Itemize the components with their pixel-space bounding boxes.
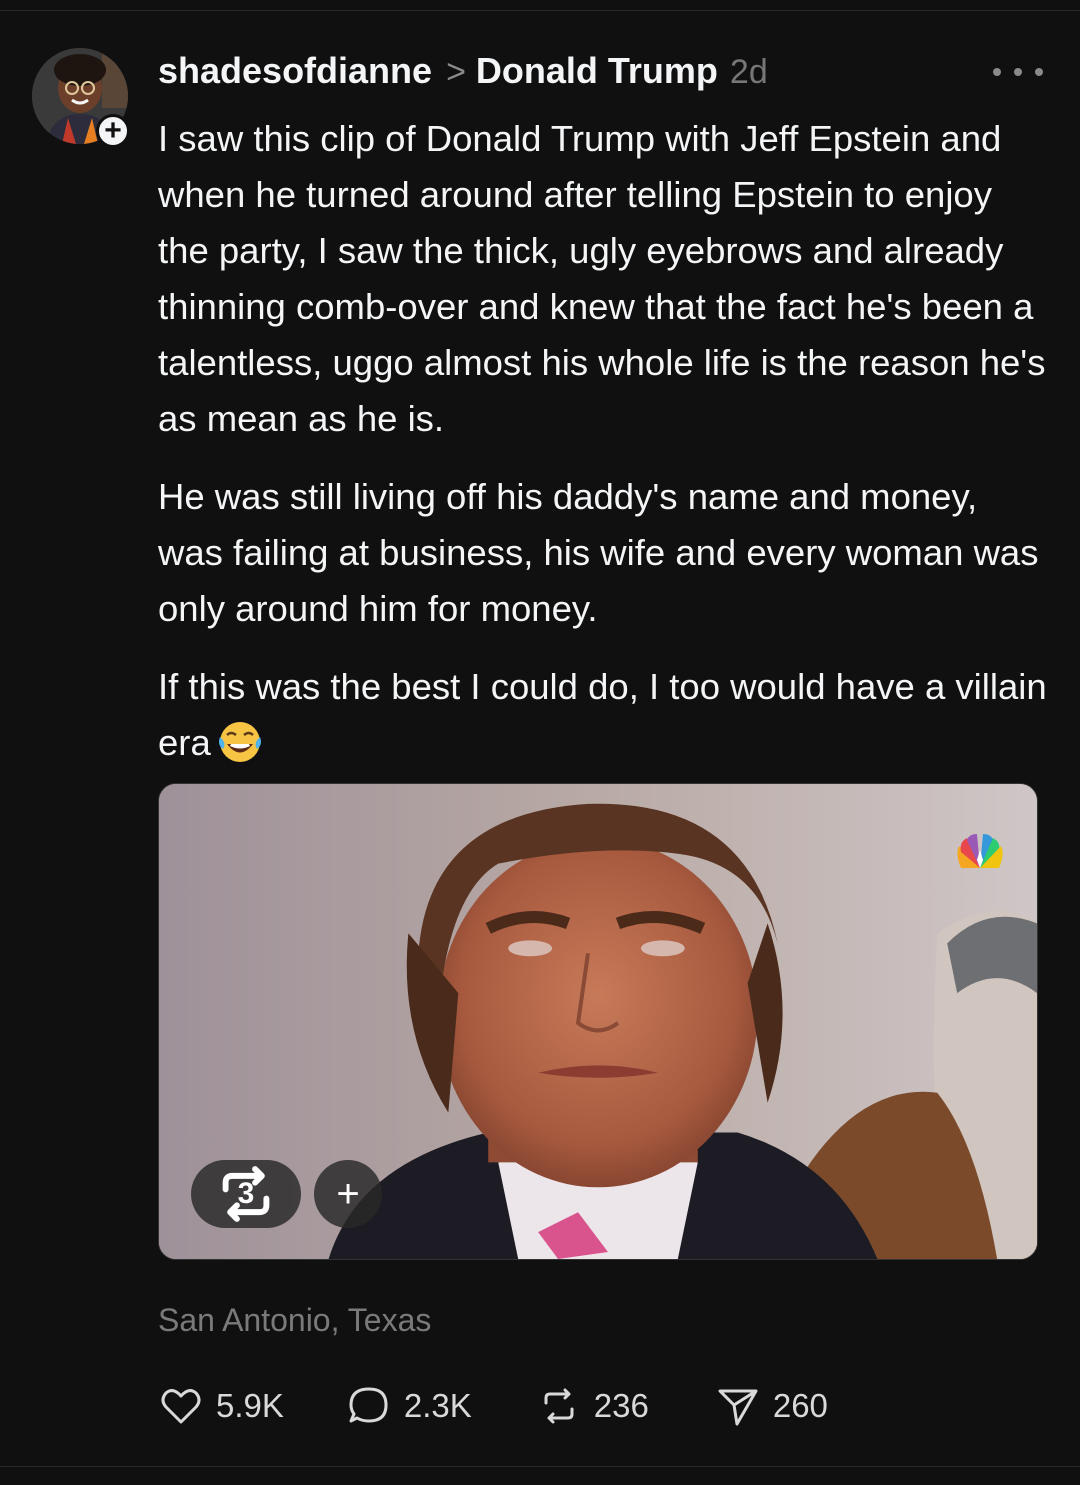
heart-icon xyxy=(161,1389,201,1424)
post-body: I saw this clip of Donald Trump with Jef… xyxy=(158,111,1048,793)
location-tag[interactable]: San Antonio, Texas xyxy=(158,1302,431,1339)
post-paragraph: If this was the best I could do, I too w… xyxy=(158,659,1048,771)
media-repost-count[interactable]: 3 xyxy=(191,1160,301,1228)
share-count: 260 xyxy=(772,1387,828,1424)
reply-button[interactable]: 2.3K xyxy=(346,1383,472,1429)
like-button[interactable]: 5.9K xyxy=(158,1383,284,1429)
post-paragraph-text: If this was the best I could do, I too w… xyxy=(158,666,1047,763)
repost-button[interactable]: 236 xyxy=(536,1383,649,1429)
like-count: 5.9K xyxy=(216,1387,284,1424)
more-options-icon[interactable] xyxy=(993,64,1043,80)
send-icon xyxy=(718,1389,758,1426)
post-paragraph: He was still living off his daddy's name… xyxy=(158,476,1039,629)
post-header: shadesofdianne > Donald Trump 2d xyxy=(158,50,768,98)
repost-count: 236 xyxy=(593,1387,649,1424)
follow-plus-icon[interactable]: + xyxy=(96,114,130,148)
action-bar: 5.9K 2.3K 236 260 xyxy=(158,1380,828,1432)
username[interactable]: shadesofdianne xyxy=(158,50,432,92)
repost-icon xyxy=(222,1166,270,1222)
laughing-tears-emoji-icon xyxy=(217,719,263,765)
post-age: 2d xyxy=(729,53,768,91)
video-media[interactable]: 3 + xyxy=(158,783,1038,1260)
bottom-divider xyxy=(0,1466,1080,1467)
reply-count: 2.3K xyxy=(403,1387,472,1424)
community-tag[interactable]: Donald Trump xyxy=(476,50,718,92)
share-button[interactable]: 260 xyxy=(715,1383,828,1429)
media-add-button[interactable]: + xyxy=(314,1160,382,1228)
nbc-peacock-icon xyxy=(957,834,1003,868)
chevron-right-icon: > xyxy=(446,53,466,91)
repost-icon xyxy=(544,1388,574,1424)
post-paragraph: I saw this clip of Donald Trump with Jef… xyxy=(158,118,1046,439)
comment-icon xyxy=(349,1387,388,1423)
thread-post: + shadesofdianne > Donald Trump 2d I saw… xyxy=(0,0,1080,1485)
